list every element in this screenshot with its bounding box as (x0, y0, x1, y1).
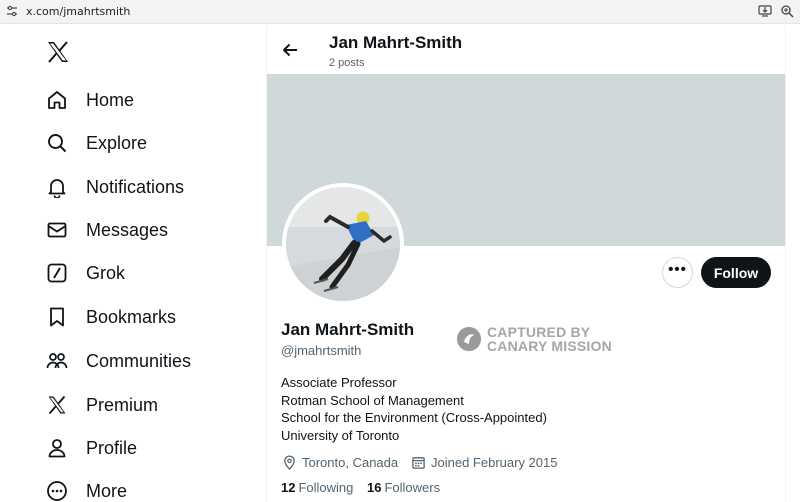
bio-line: School for the Environment (Cross-Appoin… (281, 410, 547, 425)
sidebar-item-premium[interactable]: Premium (46, 390, 158, 420)
avatar[interactable] (282, 183, 404, 305)
sidebar-item-profile[interactable]: Profile (46, 433, 137, 463)
sidebar-item-label: Grok (86, 262, 126, 283)
header-post-count: 2 posts (329, 57, 365, 69)
browser-address-bar: x.com/jmahrtsmith (0, 0, 800, 24)
captured-by-watermark: CAPTURED BY CANARY MISSION (457, 323, 627, 355)
sidebar-item-label: Premium (86, 394, 159, 415)
sidebar-item-grok[interactable]: Grok (46, 258, 125, 288)
followers-count: 16 (367, 480, 382, 495)
profile-display-name: Jan Mahrt-Smith (281, 320, 415, 339)
site-settings-icon[interactable] (6, 5, 18, 17)
sidebar-item-label: Notifications (86, 176, 185, 197)
header-title: Jan Mahrt-Smith (329, 33, 463, 52)
followers-label: Followers (384, 480, 441, 495)
following-label: Following (298, 480, 354, 495)
sidebar-item-label: Bookmarks (86, 306, 177, 327)
sidebar-item-messages[interactable]: Messages (46, 215, 168, 245)
profile-join-date: Joined February 2015 (411, 453, 557, 471)
sidebar-item-more[interactable]: More (46, 476, 127, 502)
sidebar-item-label: More (86, 480, 128, 501)
calendar-icon (412, 456, 425, 469)
x-logo-icon[interactable] (46, 40, 70, 64)
url-text[interactable]: x.com/jmahrtsmith (26, 5, 130, 18)
profile-location: Toronto, Canada (282, 453, 398, 471)
sidebar-item-communities[interactable]: Communities (46, 346, 191, 376)
bell-icon (48, 179, 66, 198)
person-icon (48, 439, 66, 458)
sidebar-item-label: Home (86, 89, 135, 110)
followers-link[interactable]: 16 Followers (367, 480, 440, 495)
bio-line: Rotman School of Management (281, 392, 464, 408)
sidebar-item-label: Profile (86, 437, 138, 458)
grok-icon (47, 263, 67, 283)
sidebar-item-home[interactable]: Home (46, 85, 134, 115)
more-circle-icon (47, 481, 67, 501)
home-icon (48, 91, 66, 109)
search-icon (48, 134, 67, 153)
envelope-icon (47, 222, 67, 238)
profile-handle: @jmahrtsmith (281, 343, 362, 358)
sidebar-item-bookmarks[interactable]: Bookmarks (46, 302, 176, 332)
bookmark-icon (50, 307, 64, 327)
follow-button[interactable]: Follow (701, 257, 771, 288)
canary-mission-logo-icon (457, 327, 481, 351)
sidebar-item-label: Messages (86, 219, 169, 240)
sidebar-item-label: Communities (86, 350, 192, 371)
sidebar-item-notifications[interactable]: Notifications (46, 172, 184, 202)
following-link[interactable]: 12 Following (281, 480, 353, 495)
join-date-text: Joined February 2015 (431, 454, 558, 470)
location-pin-icon (284, 455, 295, 470)
communities-icon (46, 353, 68, 369)
watermark-line-2: CANARY MISSION (487, 338, 612, 354)
sidebar-item-explore[interactable]: Explore (46, 128, 147, 158)
profile-bio: Associate Professor Rotman School of Man… (281, 374, 547, 444)
more-options-button[interactable]: ••• (662, 257, 693, 288)
zoom-icon[interactable] (780, 4, 794, 18)
bio-line: Associate Professor (281, 375, 397, 390)
avatar-photo (286, 187, 400, 301)
following-count: 12 (281, 480, 296, 495)
sidebar-item-label: Explore (86, 132, 148, 153)
location-text: Toronto, Canada (302, 454, 399, 470)
back-arrow-icon[interactable] (280, 40, 300, 60)
bio-line: University of Toronto (281, 427, 400, 443)
x-premium-icon (48, 395, 66, 415)
install-icon[interactable] (758, 4, 772, 18)
